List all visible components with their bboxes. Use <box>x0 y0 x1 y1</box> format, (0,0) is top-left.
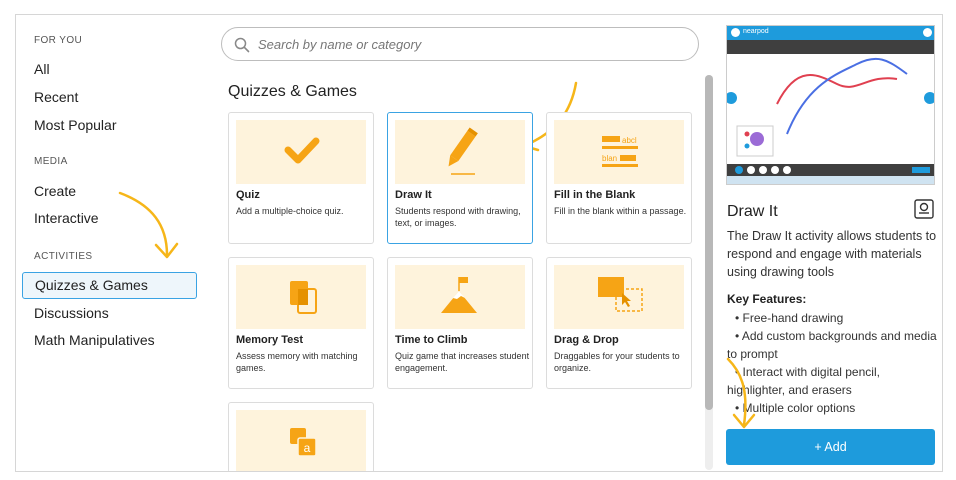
card-description: Quiz game that increases student engagem… <box>395 351 530 373</box>
activity-preview: nearpod <box>726 25 935 185</box>
info-icon[interactable] <box>914 199 934 219</box>
card-title: Memory Test <box>236 334 304 346</box>
preview-tools-bar <box>727 164 934 176</box>
add-button[interactable]: + Add <box>726 429 935 465</box>
card-description: Assess memory with matching games. <box>236 351 358 373</box>
card-description: Draggables for your students to organize… <box>554 351 680 373</box>
search-placeholder: Search by name or category <box>258 37 422 52</box>
activity-card-letter-tiles[interactable]: a <box>228 402 374 471</box>
card-image <box>395 120 525 184</box>
card-image: a <box>236 410 366 471</box>
sidebar-item-quizzes-games[interactable]: Quizzes & Games <box>22 272 197 299</box>
search-icon <box>234 37 250 53</box>
tool-icon <box>783 166 791 174</box>
card-title: Fill in the Blank <box>554 189 636 201</box>
scrollbar[interactable] <box>705 75 713 470</box>
feature-item: • Free-hand drawing <box>735 311 844 325</box>
preview-brand: nearpod <box>743 28 769 35</box>
search-input[interactable]: Search by name or category <box>221 27 699 61</box>
features-heading: Key Features: <box>727 292 807 306</box>
card-title: Quiz <box>236 189 260 201</box>
feature-item: • Add custom backgrounds and media to pr… <box>727 329 937 361</box>
content-picker: FOR YOU All Recent Most Popular MEDIA Cr… <box>15 14 943 472</box>
fill-blank-text-2: blan <box>602 154 617 163</box>
nearpod-logo-icon <box>731 28 740 37</box>
card-description: Students respond with drawing, text, or … <box>395 206 521 228</box>
card-image <box>395 265 525 329</box>
card-image <box>236 265 366 329</box>
section-header-for-you: FOR YOU <box>34 35 83 46</box>
detail-title: Draw It <box>727 203 778 220</box>
sidebar-item-discussions[interactable]: Discussions <box>34 305 109 321</box>
sidebar-item-all[interactable]: All <box>34 61 50 77</box>
memory-cards-icon <box>290 281 317 314</box>
tool-icon <box>747 166 755 174</box>
fill-blank-icon: abcl blan <box>602 136 638 167</box>
sidebar-item-recent[interactable]: Recent <box>34 89 78 105</box>
card-title: Time to Climb <box>395 334 468 346</box>
pencil-tool-icon <box>735 166 743 174</box>
detail-description: The Draw It activity allows students to … <box>727 229 937 279</box>
tutorial-arrow <box>118 191 179 259</box>
feature-item: • Multiple color options <box>735 401 856 415</box>
sidebar-item-most-popular[interactable]: Most Popular <box>34 117 116 133</box>
user-icon <box>923 28 932 37</box>
card-description: Add a multiple-choice quiz. <box>236 206 344 216</box>
preview-footer <box>727 176 934 184</box>
pencil-icon <box>448 127 478 175</box>
letter-tile-text: a <box>304 441 311 455</box>
card-title: Drag & Drop <box>554 334 619 346</box>
sidebar-item-math-manipulatives[interactable]: Math Manipulatives <box>34 332 155 348</box>
activity-card-quiz[interactable]: Quiz Add a multiple-choice quiz. <box>228 112 374 244</box>
feature-item: • Interact with digital pencil, highligh… <box>727 365 880 397</box>
sidebar-item-create[interactable]: Create <box>34 183 76 199</box>
section-title: Quizzes & Games <box>228 83 357 100</box>
mountain-flag-icon <box>441 277 477 313</box>
activity-card-drag-and-drop[interactable]: Drag & Drop Draggables for your students… <box>546 257 692 389</box>
detail-panel: nearpod Draw It The Draw It activity all… <box>716 15 942 471</box>
tool-icon <box>759 166 767 174</box>
features-list: • Free-hand drawing • Add custom backgro… <box>727 309 941 417</box>
card-description: Fill in the blank within a passage. <box>554 206 687 216</box>
card-image <box>554 265 684 329</box>
section-header-media: MEDIA <box>34 156 68 167</box>
scroll-thumb[interactable] <box>705 75 713 410</box>
drawing-canvas <box>727 57 934 157</box>
activity-card-fill-in-the-blank[interactable]: abcl blan Fill in the Blank Fill in the … <box>546 112 692 244</box>
section-header-activities: ACTIVITIES <box>34 251 93 262</box>
submit-button-preview <box>912 167 930 173</box>
activity-card-time-to-climb[interactable]: Time to Climb Quiz game that increases s… <box>387 257 533 389</box>
letter-tiles-icon: a <box>290 428 317 457</box>
tool-icon <box>771 166 779 174</box>
sidebar-item-interactive[interactable]: Interactive <box>34 210 99 226</box>
category-sidebar: FOR YOU All Recent Most Popular MEDIA Cr… <box>16 15 206 471</box>
card-image <box>236 120 366 184</box>
checkmark-icon <box>284 137 320 164</box>
card-image: abcl blan <box>554 120 684 184</box>
drag-drop-icon <box>598 277 643 312</box>
preview-toolbar <box>727 40 934 54</box>
preview-header: nearpod <box>727 26 934 40</box>
fill-blank-text-1: abcl <box>622 136 637 145</box>
activity-card-draw-it[interactable]: Draw It Students respond with drawing, t… <box>387 112 533 244</box>
activity-card-memory-test[interactable]: Memory Test Assess memory with matching … <box>228 257 374 389</box>
card-title: Draw It <box>395 189 432 201</box>
